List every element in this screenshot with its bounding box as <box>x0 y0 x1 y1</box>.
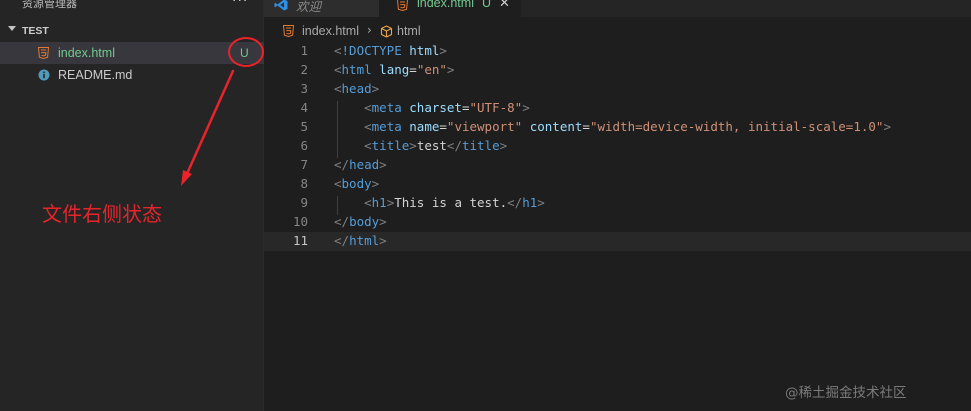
line-number: 4 <box>300 100 308 115</box>
line-number: 6 <box>300 138 308 153</box>
tab-label: 欢迎 <box>296 0 322 14</box>
line-number: 5 <box>300 119 308 134</box>
code-line[interactable]: 4 <meta charset="UTF-8"> <box>264 99 971 118</box>
breadcrumb-file[interactable]: index.html <box>302 24 359 38</box>
line-number: 2 <box>300 62 308 77</box>
code-line[interactable]: 8 <body> <box>264 175 971 194</box>
line-number: 3 <box>300 81 308 96</box>
code-text: <title>test</title> <box>364 138 508 153</box>
close-icon[interactable]: ✕ <box>499 0 510 11</box>
symbol-cube-icon <box>380 25 393 38</box>
line-number: 7 <box>300 157 308 172</box>
html5-file-icon <box>283 25 294 37</box>
code-line[interactable]: 1 <!DOCTYPE html> <box>264 42 971 61</box>
code-text: <!DOCTYPE html> <box>334 43 447 58</box>
code-line[interactable]: 3 <head> <box>264 80 971 99</box>
code-text: <body> <box>334 176 380 191</box>
code-text: <html lang="en"> <box>334 62 455 77</box>
breadcrumb-separator: › <box>367 23 372 37</box>
tab-label: index.html <box>417 0 474 10</box>
line-number: 9 <box>300 195 308 210</box>
code-line[interactable]: 9 <h1>This is a test.</h1> <box>264 194 971 213</box>
code-line[interactable]: 11 </html> <box>264 232 971 251</box>
code-text: <head> <box>334 81 380 96</box>
editor-tab-bar: 欢迎 index.html U ✕ <box>264 0 971 17</box>
breadcrumb-symbol[interactable]: html <box>397 24 421 38</box>
line-number: 1 <box>300 43 308 58</box>
vscode-logo-icon <box>274 0 288 11</box>
code-line[interactable]: 5 <meta name="viewport" content="width=d… <box>264 118 971 137</box>
html5-file-icon <box>397 0 408 11</box>
breadcrumb: index.html › html <box>264 22 971 42</box>
code-editor[interactable]: 1 <!DOCTYPE html> 2 <html lang="en"> 3 <head>… <box>264 42 971 411</box>
code-line[interactable]: 7 </head> <box>264 156 971 175</box>
git-status-badge: U <box>482 0 492 10</box>
annotation-text: 文件右侧状态 <box>42 202 162 226</box>
code-line[interactable]: 6 <title>test</title> <box>264 137 971 156</box>
code-text: <meta charset="UTF-8"> <box>364 100 530 115</box>
watermark: @稀土掘金技术社区 <box>785 385 907 401</box>
line-number: 8 <box>300 176 308 191</box>
tab-welcome[interactable]: 欢迎 <box>264 0 380 17</box>
code-text: </html> <box>334 233 387 248</box>
code-text: </head> <box>334 157 387 172</box>
code-text: <h1>This is a test.</h1> <box>364 195 545 210</box>
code-text: </body> <box>334 214 387 229</box>
code-line[interactable]: 10 </body> <box>264 213 971 232</box>
code-line[interactable]: 2 <html lang="en"> <box>264 61 971 80</box>
line-number: 11 <box>292 233 308 248</box>
tab-index-html[interactable]: index.html U ✕ <box>379 0 521 17</box>
code-text: <meta name="viewport" content="width=dev… <box>364 119 891 134</box>
line-number: 10 <box>292 214 308 229</box>
